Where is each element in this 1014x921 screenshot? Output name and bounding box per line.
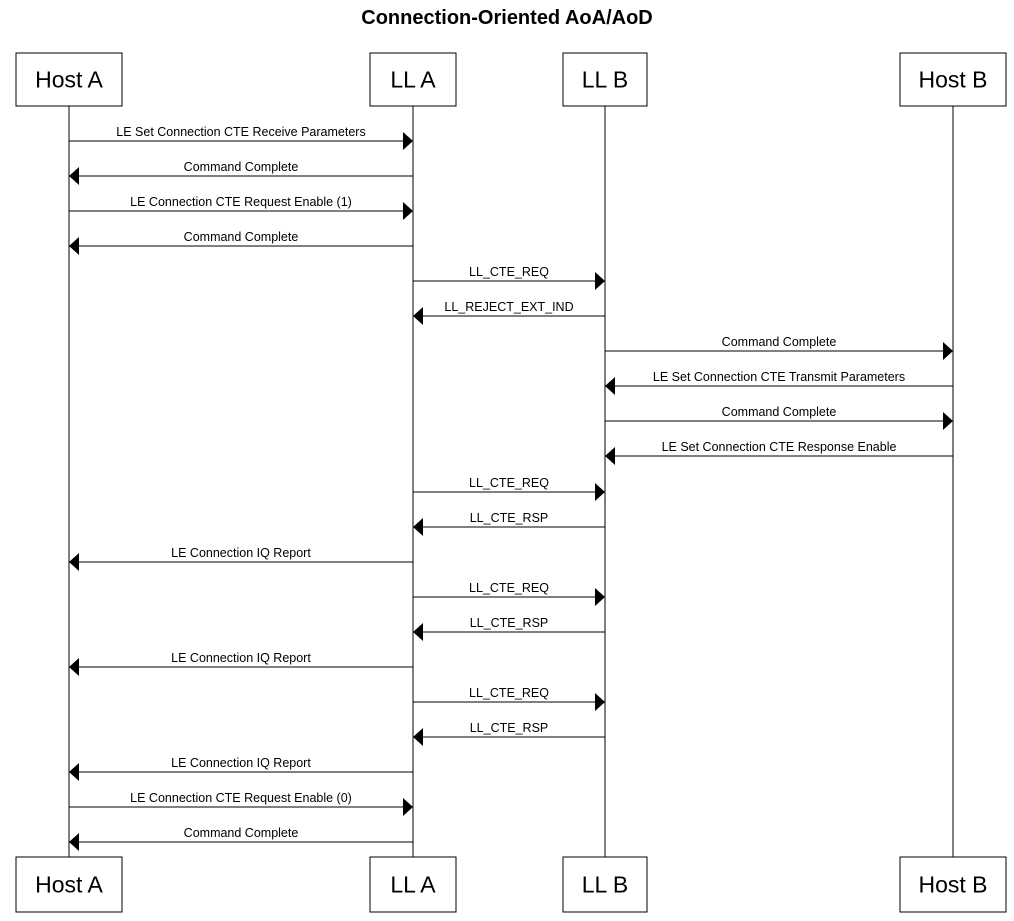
arrowhead-icon: [413, 623, 423, 641]
message: Command Complete: [69, 826, 413, 851]
message: LL_CTE_REQ: [413, 265, 605, 290]
message-label: Command Complete: [184, 826, 299, 840]
actor-bottom-llA: LL A: [369, 856, 457, 913]
arrowhead-icon: [595, 588, 605, 606]
arrowhead-icon: [69, 833, 79, 851]
message-label: LL_REJECT_EXT_IND: [444, 300, 573, 314]
arrowhead-icon: [69, 763, 79, 781]
message-label: LL_CTE_REQ: [469, 686, 549, 700]
actor-top-hostB: Host B: [899, 52, 1007, 107]
actor-top-llA: LL A: [369, 52, 457, 107]
actor-label: Host A: [35, 872, 103, 898]
message: LL_CTE_REQ: [413, 581, 605, 606]
arrowhead-icon: [595, 272, 605, 290]
messages: LE Set Connection CTE Receive Parameters…: [69, 125, 953, 851]
actor-label: LL B: [582, 67, 628, 93]
message-label: LL_CTE_RSP: [470, 721, 549, 735]
sequence-diagram: Connection-Oriented AoA/AoD LE Set Conne…: [15, 7, 1007, 913]
message: LE Connection CTE Request Enable (1): [69, 195, 413, 220]
message: LL_CTE_REQ: [413, 686, 605, 711]
message: LE Connection CTE Request Enable (0): [69, 791, 413, 816]
message-label: LE Connection CTE Request Enable (0): [130, 791, 352, 805]
actor-bottom-hostB: Host B: [899, 856, 1007, 913]
message-label: LL_CTE_REQ: [469, 581, 549, 595]
message-label: LL_CTE_REQ: [469, 265, 549, 279]
message-label: LE Connection IQ Report: [171, 546, 311, 560]
message-label: Command Complete: [722, 405, 837, 419]
message: Command Complete: [69, 230, 413, 255]
message-label: LE Set Connection CTE Transmit Parameter…: [653, 370, 905, 384]
message: LE Set Connection CTE Response Enable: [605, 440, 953, 465]
message: LL_CTE_RSP: [413, 721, 605, 746]
message-label: Command Complete: [184, 160, 299, 174]
actor-label: Host B: [918, 872, 987, 898]
arrowhead-icon: [595, 483, 605, 501]
message: LL_CTE_REQ: [413, 476, 605, 501]
message: Command Complete: [605, 405, 953, 430]
message-label: Command Complete: [184, 230, 299, 244]
actor-label: Host B: [918, 67, 987, 93]
message-label: LE Connection IQ Report: [171, 651, 311, 665]
arrowhead-icon: [69, 167, 79, 185]
arrowhead-icon: [605, 447, 615, 465]
message-label: LE Connection IQ Report: [171, 756, 311, 770]
arrowhead-icon: [403, 202, 413, 220]
arrowhead-icon: [69, 237, 79, 255]
message-label: LL_CTE_REQ: [469, 476, 549, 490]
message: LL_CTE_RSP: [413, 616, 605, 641]
message: LE Connection IQ Report: [69, 546, 413, 571]
message: LE Set Connection CTE Receive Parameters: [69, 125, 413, 150]
arrowhead-icon: [413, 728, 423, 746]
message-label: Command Complete: [722, 335, 837, 349]
actor-label: LL A: [390, 67, 436, 93]
arrowhead-icon: [943, 342, 953, 360]
arrowhead-icon: [943, 412, 953, 430]
message-label: LE Connection CTE Request Enable (1): [130, 195, 352, 209]
actor-label: LL A: [390, 872, 436, 898]
arrowhead-icon: [69, 658, 79, 676]
message-label: LL_CTE_RSP: [470, 616, 549, 630]
actor-bottom-llB: LL B: [562, 856, 648, 913]
actor-label: Host A: [35, 67, 103, 93]
diagram-title: Connection-Oriented AoA/AoD: [361, 7, 652, 29]
message-label: LL_CTE_RSP: [470, 511, 549, 525]
message-label: LE Set Connection CTE Receive Parameters: [116, 125, 365, 139]
message-label: LE Set Connection CTE Response Enable: [662, 440, 897, 454]
arrowhead-icon: [413, 307, 423, 325]
arrowhead-icon: [605, 377, 615, 395]
message: LE Connection IQ Report: [69, 756, 413, 781]
arrowhead-icon: [69, 553, 79, 571]
message: Command Complete: [69, 160, 413, 185]
actor-top-hostA: Host A: [15, 52, 123, 107]
actor-bottom-hostA: Host A: [15, 856, 123, 913]
actor-label: LL B: [582, 872, 628, 898]
arrowhead-icon: [413, 518, 423, 536]
arrowhead-icon: [403, 132, 413, 150]
arrowhead-icon: [595, 693, 605, 711]
message: LE Set Connection CTE Transmit Parameter…: [605, 370, 953, 395]
message: LL_REJECT_EXT_IND: [413, 300, 605, 325]
actor-top-llB: LL B: [562, 52, 648, 107]
message: LE Connection IQ Report: [69, 651, 413, 676]
message: LL_CTE_RSP: [413, 511, 605, 536]
message: Command Complete: [605, 335, 953, 360]
arrowhead-icon: [403, 798, 413, 816]
